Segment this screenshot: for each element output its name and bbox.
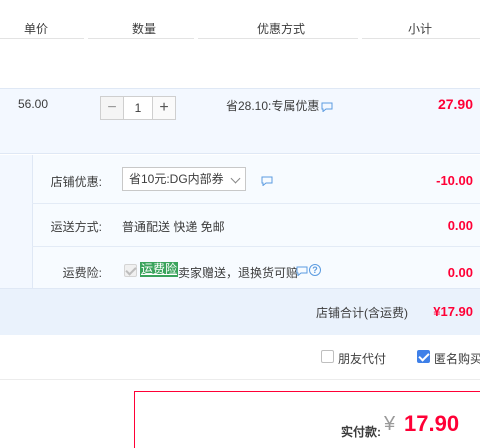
help-icon[interactable]: ?	[309, 264, 321, 276]
coupon-amount: -10.00	[436, 173, 473, 188]
header-subtotal: 小计	[408, 22, 433, 36]
anonymous-checkbox[interactable]	[417, 350, 430, 363]
coupon-select[interactable]: 省10元:DG内部券	[122, 167, 246, 191]
quantity-input[interactable]: 1	[124, 96, 152, 120]
quantity-stepper: − 1 +	[100, 96, 176, 120]
increase-quantity-button[interactable]: +	[152, 96, 176, 120]
row-divider	[32, 246, 480, 247]
decrease-quantity-button[interactable]: −	[100, 96, 124, 120]
friend-pay-checkbox[interactable]	[321, 350, 334, 363]
header-divider	[0, 38, 84, 39]
header-divider	[198, 38, 358, 39]
shop-total-row	[0, 288, 480, 335]
coupon-select-value: 省10元:DG内部券	[129, 172, 224, 186]
chat-icon[interactable]	[261, 176, 273, 186]
coupon-label: 店铺优惠:	[50, 175, 102, 189]
insurance-description: 卖家赠送，退换货可赔	[178, 266, 299, 280]
payment-label: 实付款:	[341, 425, 381, 439]
item-unit-price: 56.00	[18, 97, 49, 111]
chat-icon[interactable]	[296, 266, 308, 276]
anonymous-label: 匿名购买	[434, 352, 480, 366]
shop-total-amount: ¥17.90	[433, 304, 473, 319]
payment-amount: 17.90	[404, 411, 460, 436]
shipping-method: 普通配送 快递 免邮	[122, 220, 225, 234]
insurance-amount: 0.00	[447, 265, 473, 280]
item-discount-text: 省28.10:专属优惠	[226, 99, 320, 113]
payment-currency: ¥	[384, 413, 396, 435]
insurance-checkbox	[124, 264, 137, 277]
header-unit-price: 单价	[24, 22, 49, 36]
shipping-amount: 0.00	[447, 218, 473, 233]
item-subtotal: 27.90	[437, 96, 473, 112]
chevron-down-icon	[230, 173, 241, 184]
insurance-label: 运费险:	[62, 266, 102, 280]
shipping-label: 运送方式:	[50, 220, 102, 234]
row-divider	[32, 203, 480, 204]
chat-icon[interactable]	[321, 102, 333, 112]
header-discount: 优惠方式	[257, 22, 306, 36]
friend-pay-label: 朋友代付	[338, 352, 387, 366]
shop-total-label: 店铺合计(含运费)	[316, 306, 408, 320]
checkout-options	[0, 336, 480, 380]
insurance-tag[interactable]: 运费险	[140, 262, 179, 277]
header-divider	[362, 38, 480, 39]
header-divider	[88, 38, 194, 39]
header-quantity: 数量	[132, 22, 157, 36]
cart-header: 单价 数量 优惠方式 小计	[0, 0, 480, 40]
